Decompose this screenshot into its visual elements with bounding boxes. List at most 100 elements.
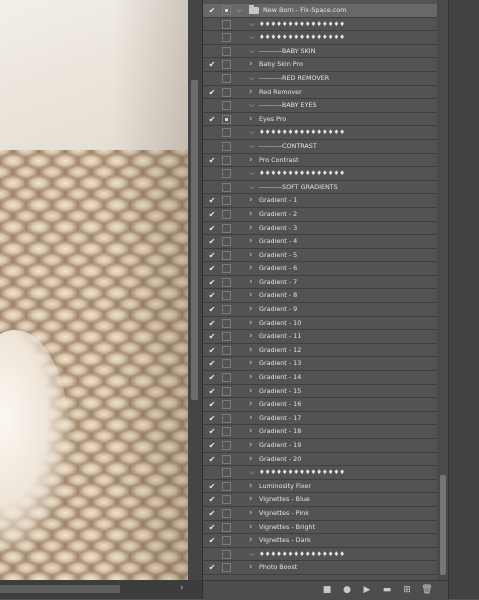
- visibility-eye-icon[interactable]: ✔: [206, 534, 218, 548]
- chevron-right-icon[interactable]: ›: [249, 521, 253, 535]
- layer-link-box[interactable]: [222, 468, 231, 478]
- fill-adjustment-icon[interactable]: ■: [321, 585, 333, 595]
- chevron-right-icon[interactable]: ›: [249, 534, 253, 548]
- layer-row[interactable]: ✔ › Gradient - 19: [203, 439, 437, 453]
- layer-link-box[interactable]: [222, 209, 231, 219]
- layer-link-box[interactable]: [222, 427, 231, 437]
- new-folder-icon[interactable]: ▬: [381, 585, 393, 595]
- chevron-right-icon[interactable]: ›: [249, 303, 253, 317]
- visibility-eye-icon[interactable]: ✔: [206, 262, 218, 276]
- layer-link-box[interactable]: [222, 454, 231, 464]
- chevron-right-icon[interactable]: ›: [249, 86, 253, 100]
- layer-link-box[interactable]: [222, 19, 231, 29]
- layer-link-box[interactable]: [222, 386, 231, 396]
- layer-link-box[interactable]: [222, 196, 231, 206]
- visibility-eye-icon[interactable]: ✔: [206, 330, 218, 344]
- layer-row[interactable]: ⌵ ♦♦♦♦♦♦♦♦♦♦♦♦♦♦♦: [203, 126, 437, 140]
- canvas-vertical-scrollbar[interactable]: [188, 0, 202, 580]
- layer-link-box[interactable]: [222, 60, 231, 70]
- layer-row[interactable]: ✔ › Gradient - 8: [203, 289, 437, 304]
- chevron-right-icon[interactable]: ›: [249, 561, 253, 575]
- layer-row[interactable]: ✔ › Gradient - 18: [203, 425, 437, 439]
- layers-scroll-thumb[interactable]: [440, 475, 446, 575]
- layer-link-box[interactable]: [222, 182, 231, 192]
- visibility-eye-icon[interactable]: ✔: [206, 507, 218, 521]
- layer-link-box[interactable]: [222, 155, 231, 165]
- chevron-right-icon[interactable]: ›: [249, 507, 253, 521]
- visibility-eye-icon[interactable]: ✔: [206, 58, 218, 72]
- layer-row[interactable]: ✔ › Pro Contrast: [203, 154, 437, 168]
- chevron-down-icon[interactable]: ⌵: [249, 466, 254, 480]
- chevron-right-icon[interactable]: ›: [249, 262, 253, 276]
- visibility-eye-icon[interactable]: ✔: [206, 113, 218, 127]
- chevron-right-icon[interactable]: ›: [249, 453, 253, 467]
- layer-link-box[interactable]: [222, 264, 231, 274]
- layer-row[interactable]: ✔ › Gradient - 6: [203, 262, 437, 276]
- chevron-down-icon[interactable]: ⌵: [249, 45, 254, 59]
- visibility-eye-icon[interactable]: ✔: [206, 385, 218, 399]
- layer-mask-icon[interactable]: [222, 6, 231, 15]
- chevron-right-icon[interactable]: ›: [249, 344, 253, 358]
- layer-link-box[interactable]: [222, 508, 231, 518]
- layer-row[interactable]: ✔ › Vignettes - Pink: [203, 507, 437, 521]
- layer-link-box[interactable]: [222, 400, 231, 410]
- chevron-down-icon[interactable]: ⌵: [249, 126, 254, 140]
- layer-link-box[interactable]: [222, 250, 231, 260]
- chevron-right-icon[interactable]: ›: [249, 493, 253, 507]
- visibility-eye-icon[interactable]: ✔: [206, 194, 218, 208]
- chevron-down-icon[interactable]: ⌵: [249, 31, 254, 45]
- chevron-right-icon[interactable]: ›: [249, 480, 253, 494]
- visibility-eye-icon[interactable]: ✔: [206, 344, 218, 358]
- scroll-right-arrow-icon[interactable]: ›: [180, 583, 184, 593]
- visibility-eye-icon[interactable]: ✔: [206, 425, 218, 439]
- canvas-horizontal-scrollbar[interactable]: ›: [0, 580, 202, 599]
- chevron-right-icon[interactable]: ›: [249, 154, 253, 168]
- layer-row[interactable]: ✔ › Gradient - 12: [203, 344, 437, 358]
- chevron-right-icon[interactable]: ›: [249, 276, 253, 290]
- layer-row[interactable]: ✔ › Eyes Pro: [203, 113, 437, 127]
- visibility-eye-icon[interactable]: ✔: [206, 276, 218, 290]
- chevron-right-icon[interactable]: ›: [249, 385, 253, 399]
- visibility-eye-icon[interactable]: ✔: [206, 208, 218, 222]
- chevron-down-icon[interactable]: ⌵: [249, 548, 254, 562]
- layer-mask-icon[interactable]: [222, 114, 231, 124]
- layer-row[interactable]: ✔ › Gradient - 13: [203, 357, 437, 372]
- layer-link-box[interactable]: [222, 128, 231, 138]
- layer-row[interactable]: ✔ › Gradient - 4: [203, 235, 437, 249]
- layer-row[interactable]: ✔ › Gradient - 14: [203, 371, 437, 385]
- layer-row[interactable]: ⌵ ----------CONTRAST: [203, 140, 437, 154]
- chevron-right-icon[interactable]: ›: [249, 439, 253, 453]
- chevron-right-icon[interactable]: ›: [249, 371, 253, 385]
- group-arrow-icon[interactable]: ▶: [361, 585, 373, 595]
- document-canvas[interactable]: [0, 0, 188, 580]
- chevron-right-icon[interactable]: ›: [249, 357, 253, 371]
- visibility-eye-icon[interactable]: ✔: [206, 4, 218, 18]
- layer-row[interactable]: ✔ › Gradient - 5: [203, 249, 437, 263]
- visibility-eye-icon[interactable]: ✔: [206, 561, 218, 575]
- visibility-eye-icon[interactable]: ✔: [206, 521, 218, 535]
- visibility-eye-icon[interactable]: ✔: [206, 222, 218, 236]
- chevron-right-icon[interactable]: ›: [249, 425, 253, 439]
- chevron-right-icon[interactable]: ›: [249, 412, 253, 426]
- chevron-right-icon[interactable]: ›: [249, 208, 253, 222]
- chevron-right-icon[interactable]: ›: [249, 222, 253, 236]
- layer-link-box[interactable]: [222, 359, 231, 369]
- visibility-eye-icon[interactable]: ✔: [206, 289, 218, 303]
- visibility-eye-icon[interactable]: ✔: [206, 357, 218, 371]
- chevron-down-icon[interactable]: ⌵: [249, 167, 254, 181]
- layer-row[interactable]: ✔ › Gradient - 15: [203, 385, 437, 399]
- layer-link-box[interactable]: [222, 413, 231, 423]
- layer-link-box[interactable]: [222, 332, 231, 342]
- layer-row[interactable]: ✔ › Gradient - 20: [203, 453, 437, 467]
- layer-link-box[interactable]: [222, 87, 231, 97]
- layer-link-box[interactable]: [222, 223, 231, 233]
- visibility-eye-icon[interactable]: ✔: [206, 249, 218, 263]
- layer-link-box[interactable]: [222, 481, 231, 491]
- visibility-eye-icon[interactable]: ✔: [206, 480, 218, 494]
- layer-link-box[interactable]: [222, 318, 231, 328]
- layer-row[interactable]: ✔ › Gradient - 9: [203, 303, 437, 317]
- layer-row[interactable]: ⌵ ♦♦♦♦♦♦♦♦♦♦♦♦♦♦♦: [203, 31, 437, 45]
- chevron-right-icon[interactable]: ›: [249, 113, 253, 127]
- chevron-right-icon[interactable]: ›: [249, 289, 253, 303]
- visibility-eye-icon[interactable]: ✔: [206, 398, 218, 412]
